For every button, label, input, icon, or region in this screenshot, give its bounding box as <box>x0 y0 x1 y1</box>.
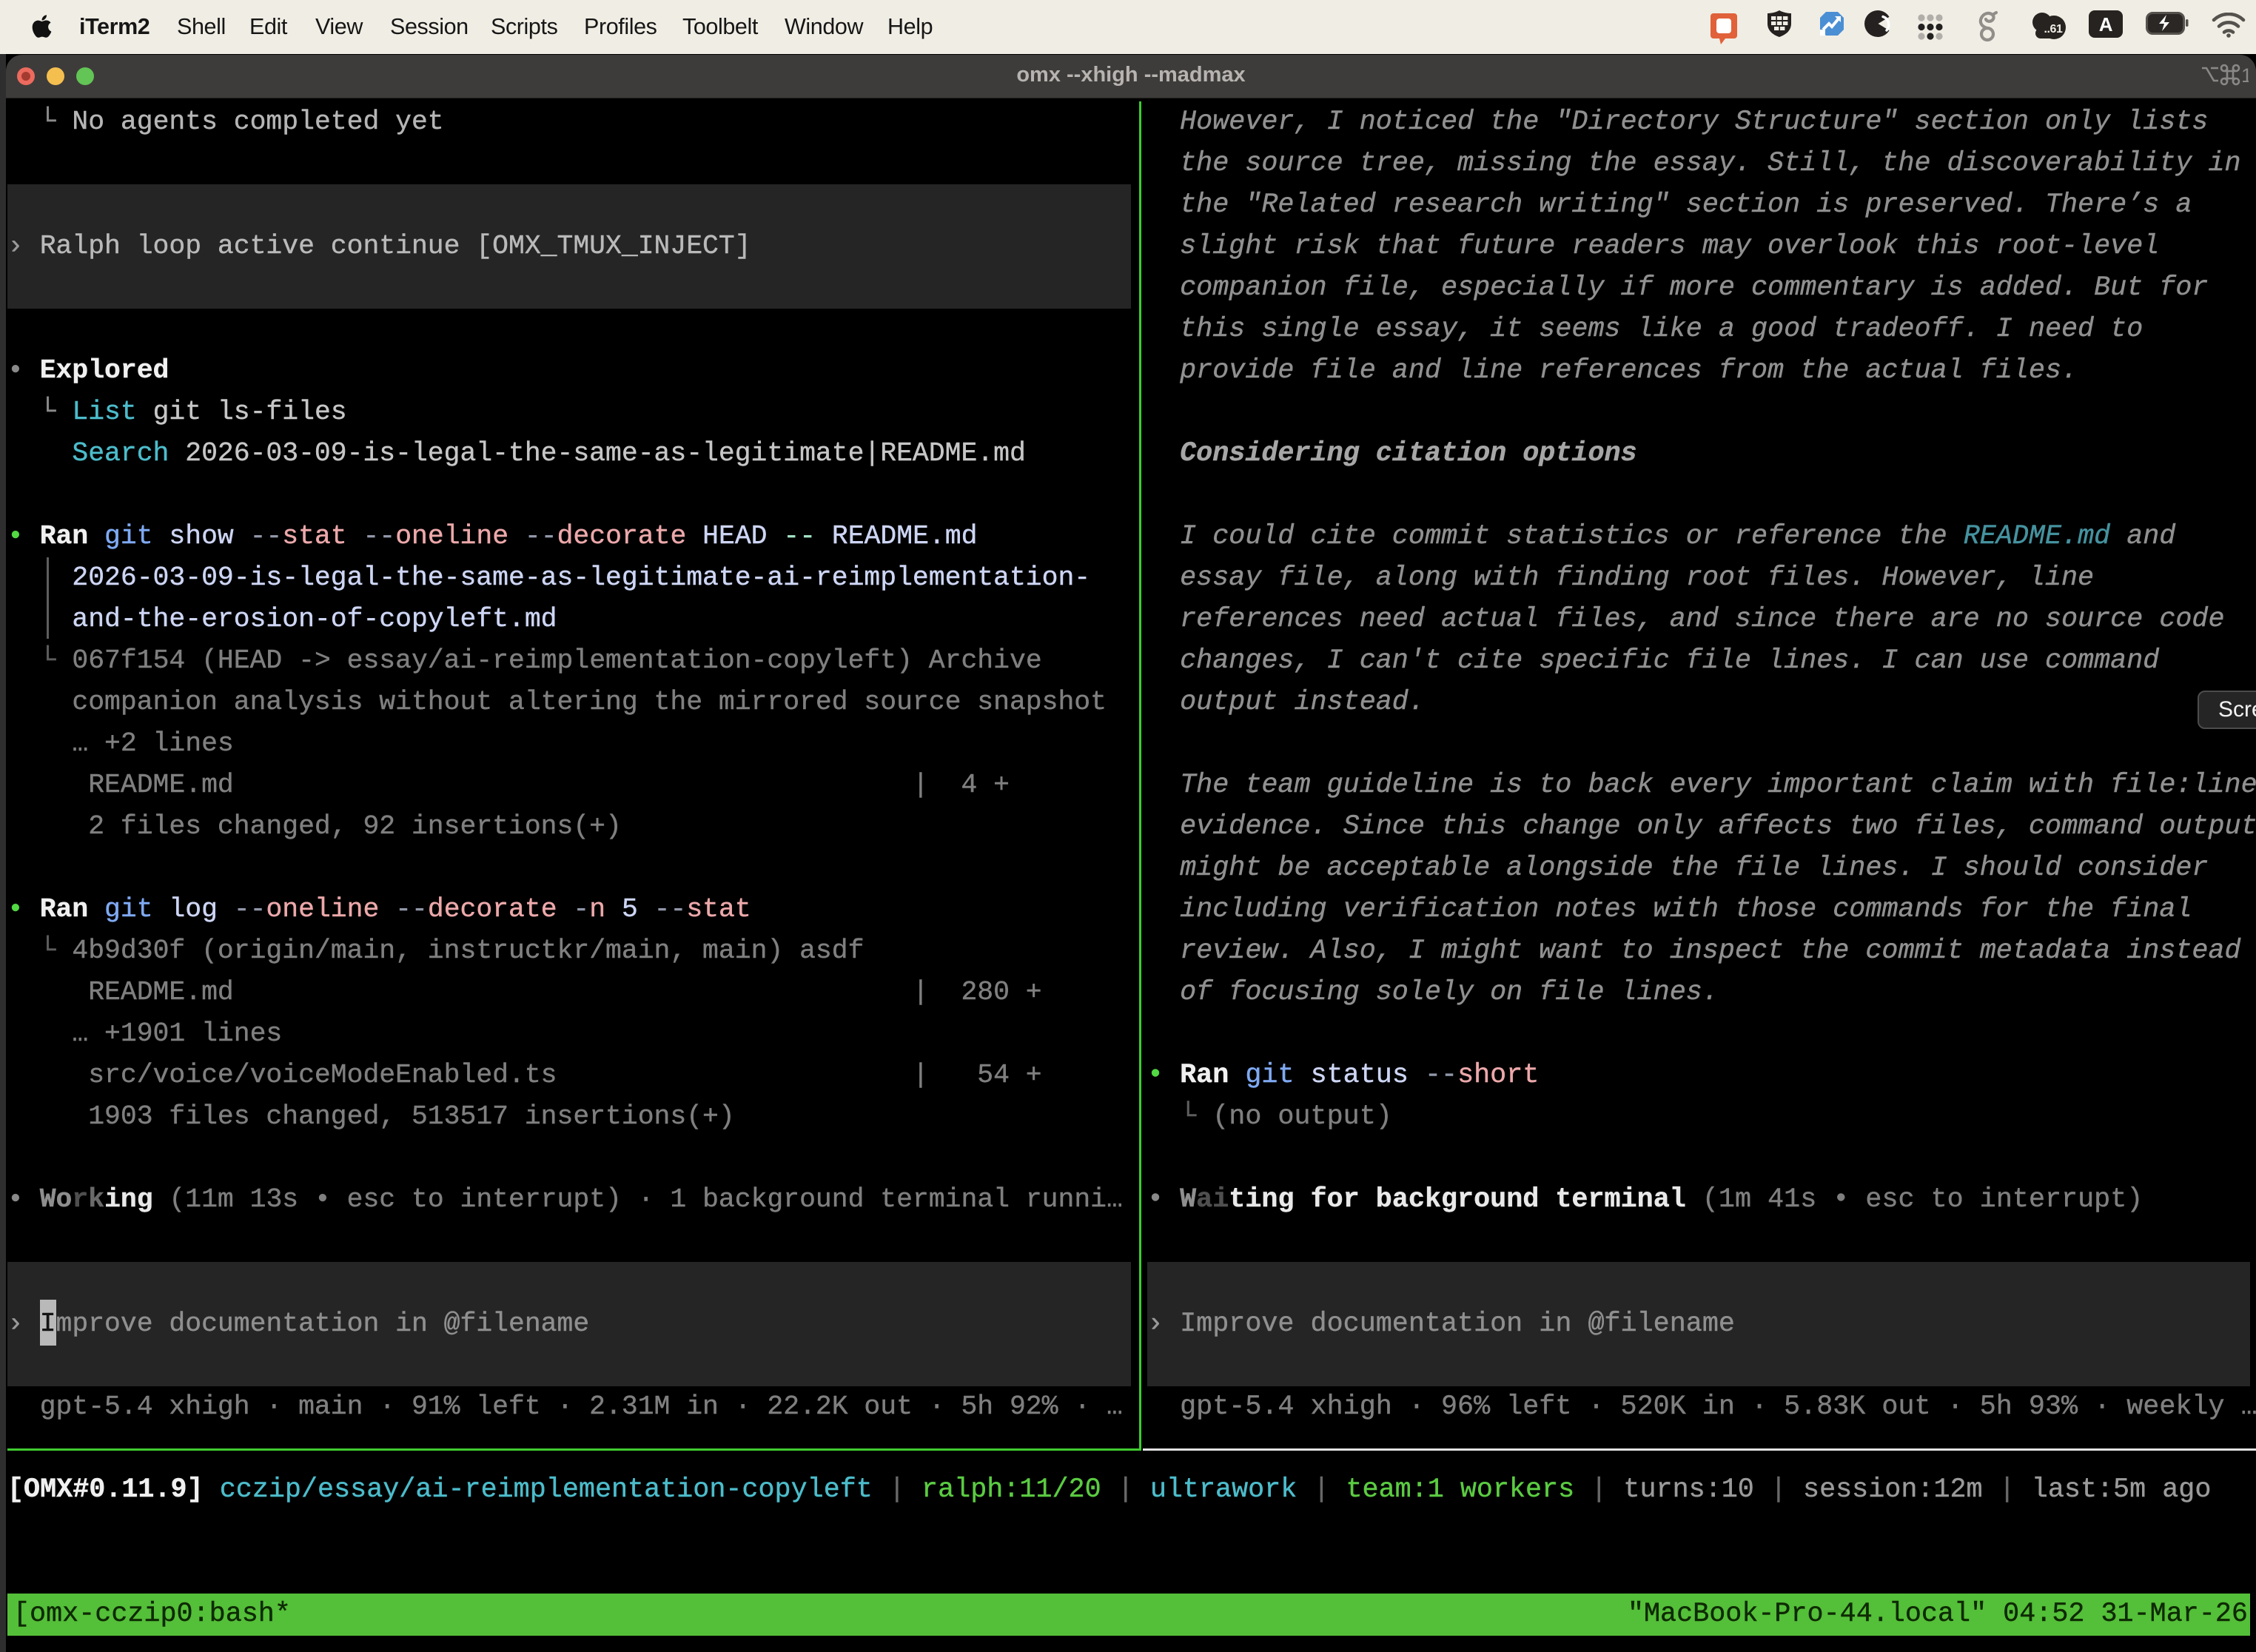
svg-text:..61: ..61 <box>2044 23 2063 36</box>
svg-text:A: A <box>2099 13 2113 36</box>
svg-text:1: 1 <box>2241 64 2249 86</box>
